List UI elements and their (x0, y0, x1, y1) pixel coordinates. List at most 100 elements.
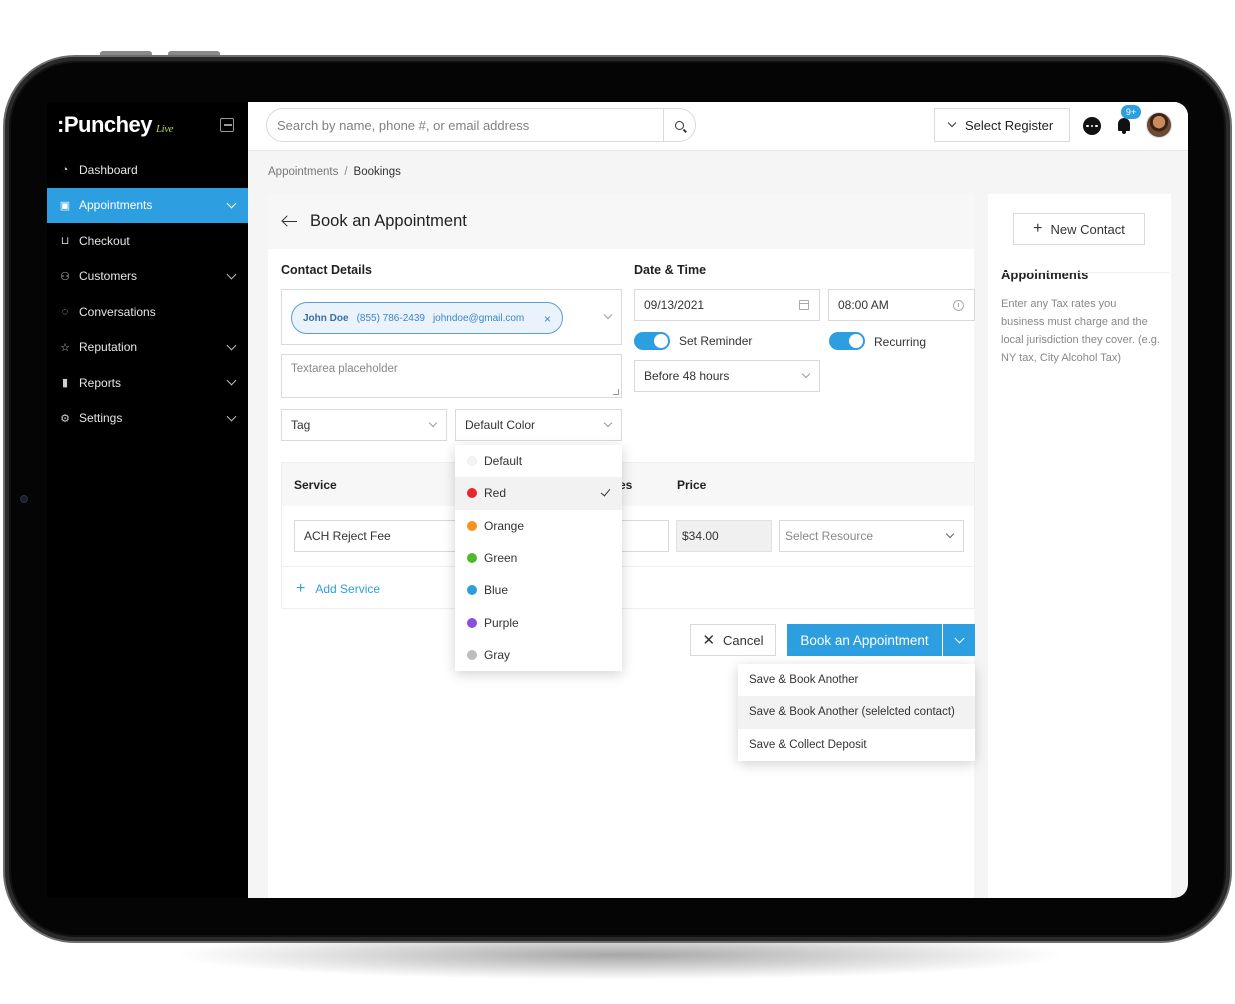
color-option-green[interactable]: Green (455, 542, 622, 574)
set-reminder-toggle[interactable] (634, 332, 670, 350)
cancel-button[interactable]: ✕ Cancel (690, 624, 776, 656)
resource-select[interactable]: Select Resource (779, 520, 964, 552)
contact-name: John Doe (303, 312, 349, 324)
service-field[interactable]: ACH Reject Fee (294, 520, 469, 552)
sidebar-item-checkout[interactable]: ⊔ Checkout (47, 223, 248, 259)
app-screen: :Punchey Live ◔ Dashboard ▣ Appointments … (47, 102, 1188, 898)
back-arrow-icon[interactable] (282, 216, 298, 228)
new-contact-button[interactable]: + New Contact (1013, 213, 1145, 245)
color-label: Default (484, 454, 523, 469)
bell-icon[interactable] (1118, 118, 1130, 134)
color-option-blue[interactable]: Blue (455, 574, 622, 606)
search-button[interactable] (663, 109, 695, 141)
sidebar-nav: ◔ Dashboard ▣ Appointments ⊔ Checkout ⚇ … (47, 152, 248, 436)
date-time-heading: Date & Time (634, 263, 707, 277)
plus-icon: + (1033, 220, 1043, 237)
search-input[interactable] (267, 109, 647, 141)
messages-icon[interactable] (1083, 117, 1101, 135)
sidebar-item-label: Customers (79, 269, 138, 284)
avatar[interactable] (1146, 112, 1172, 138)
chevron-down-icon (945, 529, 955, 539)
tag-select[interactable]: Tag (281, 409, 447, 441)
breadcrumb-current: Bookings (353, 166, 401, 178)
price-column-header: Price (677, 478, 707, 492)
reminder-select[interactable]: Before 48 hours (634, 360, 820, 392)
color-option-gray[interactable]: Gray (455, 639, 622, 671)
page-title: Book an Appointment (310, 212, 467, 230)
panel-help-text: Enter any Tax rates you business must ch… (1001, 298, 1160, 364)
calendar-icon: ▣ (59, 199, 71, 212)
menu-item-save-book-another[interactable]: Save & Book Another (738, 664, 975, 696)
color-label: Red (484, 486, 507, 501)
date-field[interactable]: 09/13/2021 (634, 289, 820, 321)
breadcrumb-parent[interactable]: Appointments (268, 166, 338, 178)
services-table: Service es Price ACH Reject Fee $34.00 S… (281, 462, 975, 609)
select-register-button[interactable]: Select Register (934, 108, 1070, 142)
contact-chip: John Doe (855) 786-2439 johndoe@gmail.co… (291, 302, 563, 334)
color-select[interactable]: Default Color (455, 409, 622, 441)
time-field[interactable]: 08:00 AM (828, 289, 975, 321)
star-icon: ☆ (60, 341, 70, 354)
contact-select[interactable]: John Doe (855) 786-2439 johndoe@gmail.co… (281, 289, 622, 345)
panel-title: Appointments (1001, 267, 1089, 282)
contact-email: johndoe@gmail.com (432, 312, 525, 324)
logo[interactable]: :Punchey Live (57, 112, 173, 138)
book-appointment-button[interactable]: Book an Appointment (787, 624, 942, 656)
chevron-down-icon (603, 418, 613, 428)
color-swatch (467, 520, 477, 531)
color-option-purple[interactable]: Purple (455, 606, 622, 638)
color-option-default[interactable]: Default (455, 445, 622, 477)
sidebar-item-dashboard[interactable]: ◔ Dashboard (47, 152, 248, 188)
chevron-down-icon (603, 310, 613, 320)
notes-textarea[interactable]: Textarea placeholder (281, 354, 622, 398)
recurring-label: Recurring (874, 335, 927, 349)
color-label: Orange (484, 518, 525, 533)
time-value: 08:00 AM (838, 298, 889, 312)
breadcrumb-separator: / (344, 166, 348, 178)
new-contact-label: New Contact (1050, 221, 1125, 237)
close-icon: ✕ (702, 632, 716, 649)
form-header: Book an Appointment (268, 194, 974, 249)
color-swatch (467, 649, 477, 660)
sidebar-item-conversations[interactable]: ◌ Conversations (47, 294, 248, 330)
sidebar-item-label: Reputation (79, 340, 138, 355)
color-label: Blue (484, 583, 509, 598)
users-icon: ⚇ (60, 270, 70, 283)
notification-badge: 9+ (1121, 105, 1141, 119)
color-swatch (467, 488, 477, 499)
chevron-down-icon (226, 375, 237, 386)
sidebar-item-reputation[interactable]: ☆ Reputation (47, 330, 248, 366)
menu-item-save-collect-deposit[interactable]: Save & Collect Deposit (738, 729, 975, 761)
chevron-down-icon (947, 118, 957, 128)
save-options-menu: Save & Book Another Save & Book Another … (738, 664, 975, 761)
color-swatch (467, 585, 477, 596)
color-option-orange[interactable]: Orange (455, 510, 622, 542)
price-value: $34.00 (682, 529, 719, 543)
sidebar-item-settings[interactable]: ⚙ Settings (47, 401, 248, 437)
chevron-down-icon (226, 340, 237, 350)
menu-item-save-book-another-selected[interactable]: Save & Book Another (selelcted contact) (738, 696, 975, 729)
sidebar-item-customers[interactable]: ⚇ Customers (47, 259, 248, 295)
recurring-toggle[interactable] (829, 332, 865, 350)
book-options-toggle[interactable] (943, 624, 975, 656)
sidebar-item-appointments[interactable]: ▣ Appointments (47, 187, 248, 223)
contact-phone: (855) 786-2439 (356, 312, 425, 324)
color-option-red[interactable]: Red (455, 477, 622, 510)
add-service-button[interactable]: + Add Service (296, 581, 380, 597)
reminder-value: Before 48 hours (644, 369, 730, 383)
right-panel: + New Contact Appointments Enter any Tax… (988, 194, 1171, 898)
add-service-label: Add Service (315, 582, 381, 596)
close-icon[interactable]: × (544, 313, 551, 325)
contact-details-heading: Contact Details (281, 263, 372, 277)
camera-icon (20, 495, 28, 503)
resize-handle-icon[interactable] (613, 389, 619, 395)
calendar-icon[interactable] (799, 300, 809, 310)
sidebar-item-reports[interactable]: ▮ Reports (47, 365, 248, 401)
color-value: Default Color (465, 418, 536, 432)
price-field[interactable]: $34.00 (676, 520, 772, 552)
sidebar-item-label: Dashboard (79, 162, 138, 177)
bar-chart-icon: ▮ (61, 377, 69, 390)
logout-icon[interactable] (220, 118, 234, 132)
cancel-label: Cancel (723, 632, 764, 648)
clock-icon[interactable] (953, 300, 964, 311)
